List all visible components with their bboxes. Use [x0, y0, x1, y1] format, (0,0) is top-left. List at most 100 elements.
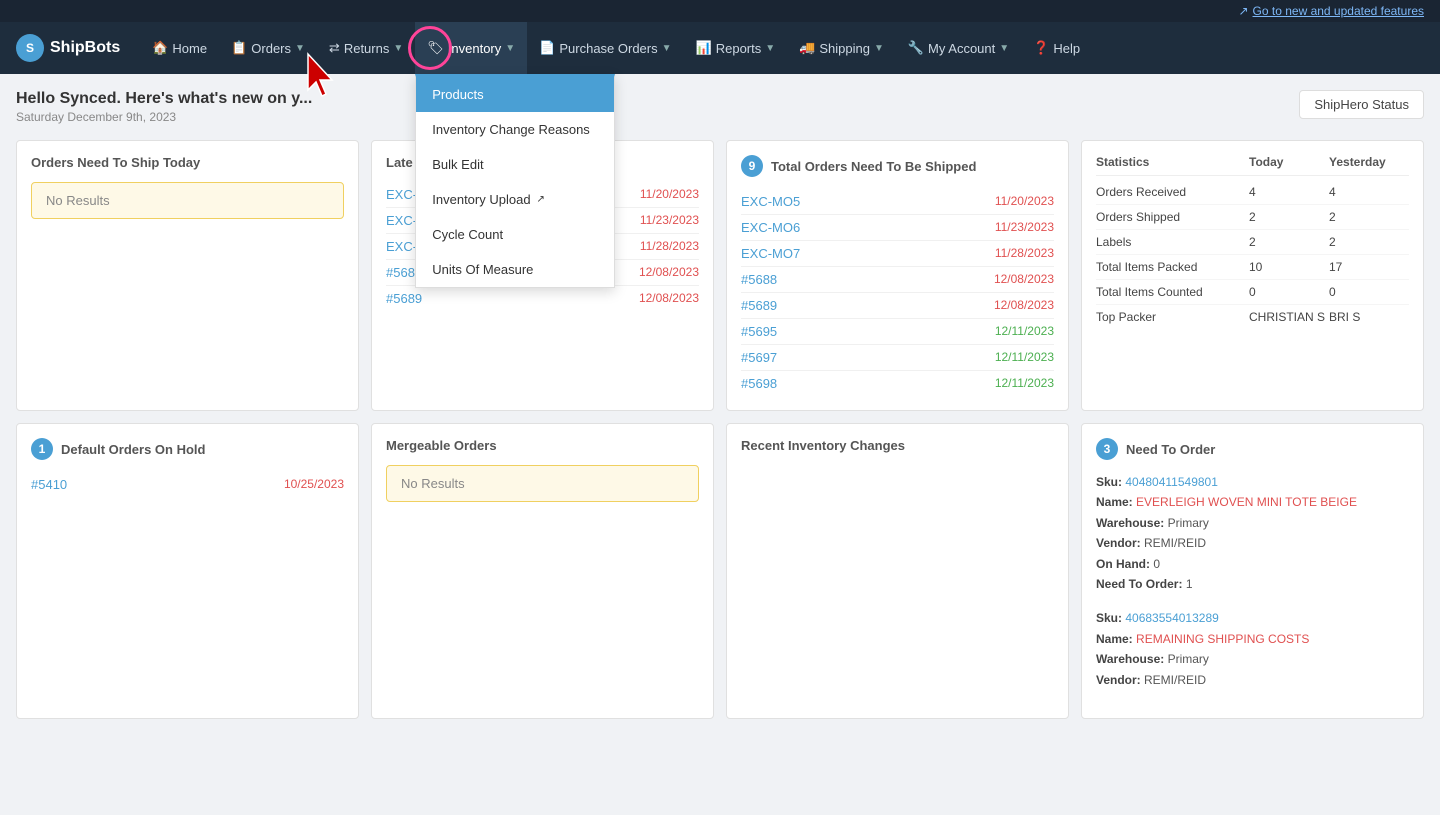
- products-label: Products: [432, 87, 483, 102]
- warehouse-value-2: Primary: [1168, 652, 1209, 666]
- nav-item-inventory[interactable]: 🏷 Inventory ▼ Products Inventory Change …: [415, 22, 527, 74]
- new-features-link[interactable]: Go to new and updated features: [1253, 4, 1424, 18]
- order-link[interactable]: EXC-MO7: [741, 246, 800, 261]
- sku-link-2[interactable]: 40683554013289: [1125, 611, 1218, 625]
- table-row: #5698 12/11/2023: [741, 371, 1054, 396]
- order-date: 12/08/2023: [994, 298, 1054, 313]
- stats-today: 0: [1249, 285, 1329, 299]
- dropdown-item-cycle-count[interactable]: Cycle Count: [416, 217, 614, 252]
- stats-today: 4: [1249, 185, 1329, 199]
- stats-row-labels: Labels 2 2: [1096, 230, 1409, 255]
- purchase-orders-chevron-icon: ▼: [662, 43, 672, 54]
- item-name-1: EVERLEIGH WOVEN MINI TOTE BEIGE: [1136, 495, 1357, 509]
- external-link-icon: ↗: [1238, 4, 1248, 18]
- order-date: 11/28/2023: [640, 239, 699, 254]
- order-link[interactable]: #5695: [741, 324, 777, 339]
- warehouse-label-1: Warehouse:: [1096, 516, 1164, 530]
- order-date: 12/11/2023: [995, 350, 1054, 365]
- default-orders-count-badge: 1: [31, 438, 53, 460]
- need-to-order-header: 3 Need To Order: [1096, 438, 1409, 460]
- cycle-count-label: Cycle Count: [432, 227, 503, 242]
- name-label-1: Name:: [1096, 495, 1133, 509]
- nav-label-orders: Orders: [251, 41, 291, 56]
- stats-label: Orders Shipped: [1096, 210, 1249, 224]
- mergeable-orders-no-results: No Results: [386, 465, 699, 502]
- recent-inventory-title: Recent Inventory Changes: [741, 438, 905, 453]
- orders-to-ship-card: Orders Need To Ship Today No Results: [16, 140, 359, 411]
- order-link[interactable]: #5689: [741, 298, 777, 313]
- stats-today: CHRISTIAN S: [1249, 310, 1329, 324]
- total-orders-card: 9 Total Orders Need To Be Shipped EXC-MO…: [726, 140, 1069, 411]
- stats-today: 2: [1249, 210, 1329, 224]
- nav-label-shipping: Shipping: [819, 41, 870, 56]
- ship-status-button[interactable]: ShipHero Status: [1299, 90, 1424, 119]
- nav-item-reports[interactable]: 📊 Reports ▼: [684, 22, 788, 74]
- default-orders-list: #5410 10/25/2023: [31, 472, 344, 497]
- sku-link-1[interactable]: 40480411549801: [1125, 475, 1218, 489]
- shipping-chevron-icon: ▼: [874, 43, 884, 54]
- vendor-value-1: REMI/REID: [1144, 536, 1206, 550]
- default-orders-header: 1 Default Orders On Hold: [31, 438, 344, 460]
- order-link[interactable]: #5697: [741, 350, 777, 365]
- sku-label-2: Sku:: [1096, 611, 1122, 625]
- order-date: 12/08/2023: [639, 291, 699, 306]
- dropdown-item-units-of-measure[interactable]: Units Of Measure: [416, 252, 614, 287]
- logo-icon: S: [16, 34, 44, 62]
- on-hand-value-1: 0: [1153, 557, 1160, 571]
- nav-item-returns[interactable]: ⇄ Returns ▼: [317, 22, 415, 74]
- logo-text: ShipBots: [50, 39, 120, 57]
- need-to-order-item-2: Sku: 40683554013289 Name: REMAINING SHIP…: [1096, 608, 1409, 690]
- nav-item-help[interactable]: ❓ Help: [1021, 22, 1092, 74]
- vendor-label-2: Vendor:: [1096, 673, 1141, 687]
- order-link[interactable]: #5689: [386, 291, 422, 306]
- table-row: #5689 12/08/2023: [386, 286, 699, 311]
- external-link-small-icon: ↗: [537, 194, 545, 205]
- stats-row-items-counted: Total Items Counted 0 0: [1096, 280, 1409, 305]
- vendor-label-1: Vendor:: [1096, 536, 1141, 550]
- nav-item-purchase-orders[interactable]: 📄 Purchase Orders ▼: [527, 22, 683, 74]
- stats-yesterday: 17: [1329, 260, 1409, 274]
- mergeable-orders-header: Mergeable Orders: [386, 438, 699, 453]
- table-row: #5410 10/25/2023: [31, 472, 344, 497]
- total-orders-title: Total Orders Need To Be Shipped: [771, 159, 976, 174]
- inventory-dropdown: Products Inventory Change Reasons Bulk E…: [415, 74, 615, 288]
- nav-label-reports: Reports: [716, 41, 762, 56]
- order-link[interactable]: #5410: [31, 477, 67, 492]
- order-link[interactable]: EXC-MO6: [741, 220, 800, 235]
- returns-icon: ⇄: [329, 40, 340, 56]
- order-link[interactable]: #5688: [741, 272, 777, 287]
- stats-row-top-packer: Top Packer CHRISTIAN S BRI S: [1096, 305, 1409, 329]
- orders-icon: 📋: [231, 40, 247, 56]
- my-account-icon: 🔧: [908, 40, 924, 56]
- dropdown-item-bulk-edit[interactable]: Bulk Edit: [416, 147, 614, 182]
- nav-label-purchase-orders: Purchase Orders: [559, 41, 657, 56]
- stats-yesterday: 2: [1329, 210, 1409, 224]
- table-row: EXC-MO6 11/23/2023: [741, 215, 1054, 241]
- stats-row-items-packed: Total Items Packed 10 17: [1096, 255, 1409, 280]
- order-link[interactable]: #5698: [741, 376, 777, 391]
- nav-label-inventory: Inventory: [448, 41, 501, 56]
- statistics-yesterday-header: Yesterday: [1329, 155, 1409, 169]
- help-icon: ❓: [1033, 40, 1049, 56]
- dropdown-item-inventory-upload[interactable]: Inventory Upload ↗: [416, 182, 614, 217]
- nav-item-orders[interactable]: 📋 Orders ▼: [219, 22, 317, 74]
- nav-item-my-account[interactable]: 🔧 My Account ▼: [896, 22, 1021, 74]
- nav-item-shipping[interactable]: 🚚 Shipping ▼: [787, 22, 896, 74]
- main-content: Hello Synced. Here's what's new on y... …: [0, 74, 1440, 735]
- reports-chevron-icon: ▼: [765, 43, 775, 54]
- stats-row-orders-shipped: Orders Shipped 2 2: [1096, 205, 1409, 230]
- orders-to-ship-header: Orders Need To Ship Today: [31, 155, 344, 170]
- dropdown-item-products[interactable]: Products: [416, 77, 614, 112]
- order-link[interactable]: EXC-MO5: [741, 194, 800, 209]
- stats-yesterday: 0: [1329, 285, 1409, 299]
- welcome-title: Hello Synced. Here's what's new on y...: [16, 90, 312, 108]
- logo[interactable]: S ShipBots: [8, 34, 128, 62]
- dashboard-top-row: Orders Need To Ship Today No Results Lat…: [16, 140, 1424, 411]
- nav-label-returns: Returns: [344, 41, 390, 56]
- dropdown-item-inventory-change-reasons[interactable]: Inventory Change Reasons: [416, 112, 614, 147]
- inventory-icon: 🏷: [427, 40, 444, 56]
- statistics-header-row: Statistics Today Yesterday: [1096, 155, 1409, 176]
- units-of-measure-label: Units Of Measure: [432, 262, 533, 277]
- stats-row-orders-received: Orders Received 4 4: [1096, 180, 1409, 205]
- nav-item-home[interactable]: 🏠 Home: [140, 22, 219, 74]
